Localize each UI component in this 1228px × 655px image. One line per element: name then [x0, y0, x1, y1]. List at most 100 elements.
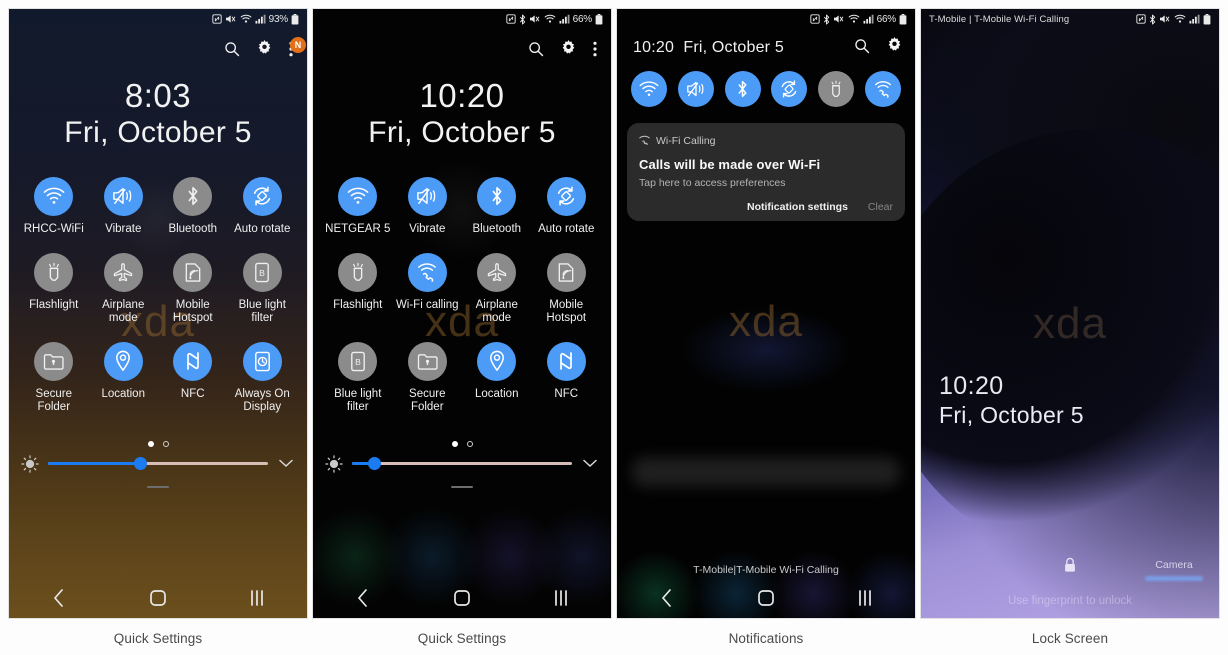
clear-button[interactable]: Clear — [868, 201, 893, 213]
recents-icon[interactable] — [233, 578, 281, 618]
back-icon[interactable] — [643, 578, 691, 618]
blue-light-icon: B — [242, 252, 282, 292]
toggle-location[interactable]: Location — [462, 341, 532, 415]
hotspot-icon — [546, 252, 586, 292]
flashlight-icon[interactable] — [818, 71, 855, 107]
toggle-nfc[interactable]: NFC — [532, 341, 602, 415]
brightness-icon — [325, 455, 343, 473]
panel-notifications: xda 66% 10:20 Fri, October 5 Wi-Fi Calli… — [616, 8, 916, 646]
back-icon[interactable] — [339, 578, 387, 618]
recents-icon[interactable] — [537, 578, 585, 618]
toggle-vibrate[interactable]: Vibrate — [393, 176, 463, 237]
toggle-location[interactable]: Location — [89, 341, 159, 415]
toggle-label: Flashlight — [29, 298, 79, 311]
brightness-slider[interactable] — [352, 456, 572, 472]
phone-frame-3: xda 66% 10:20 Fri, October 5 Wi-Fi Calli… — [616, 8, 916, 619]
toggle-airplane-mode[interactable]: Airplane mode — [462, 252, 532, 326]
chevron-down-icon[interactable] — [581, 455, 599, 473]
nav-bar-1 — [9, 578, 307, 618]
toggle-wifi[interactable]: NETGEAR 5 — [323, 176, 393, 237]
toggle-flashlight[interactable]: Flashlight — [323, 252, 393, 326]
bluetooth-icon[interactable] — [724, 71, 761, 107]
nfc-icon — [211, 14, 222, 24]
wifi-calling-icon[interactable] — [864, 71, 901, 107]
chevron-down-icon[interactable] — [277, 455, 295, 473]
toggle-secure-folder[interactable]: Secure Folder — [19, 341, 89, 415]
toggle-label: Vibrate — [105, 222, 142, 235]
wifi-icon[interactable] — [631, 71, 667, 107]
toggle-wifi-calling[interactable]: Wi-Fi calling — [393, 252, 463, 326]
location-icon — [103, 341, 143, 381]
panel-lock-screen: xda T-Mobile | T-Mobile Wi-Fi Calling 10… — [920, 8, 1220, 646]
drag-handle[interactable] — [147, 485, 169, 488]
home-icon[interactable] — [134, 578, 182, 618]
toggle-auto-rotate[interactable]: Auto rotate — [228, 176, 298, 237]
slider-track — [352, 462, 572, 466]
more-vert-icon[interactable]: N — [289, 36, 306, 62]
clock-block-1: 8:03 Fri, October 5 — [9, 77, 307, 151]
panel-caption: Quick Settings — [113, 631, 203, 646]
clock-date: Fri, October 5 — [368, 115, 556, 149]
header-datetime: 10:20 Fri, October 5 — [633, 39, 784, 57]
toggle-label: Secure Folder — [35, 387, 72, 414]
toggle-blue-light-filter[interactable]: B Blue light filter — [323, 341, 393, 415]
toggle-label: Auto rotate — [538, 222, 595, 235]
status-bar-4: T-Mobile | T-Mobile Wi-Fi Calling — [921, 9, 1219, 29]
drag-handle[interactable] — [451, 485, 473, 488]
brightness-icon — [21, 455, 39, 473]
gear-icon[interactable] — [560, 40, 577, 62]
signal-icon — [1189, 14, 1200, 24]
toggle-bluetooth[interactable]: Bluetooth — [158, 176, 228, 237]
toggle-label: Secure Folder — [409, 387, 446, 414]
search-icon[interactable] — [854, 38, 870, 59]
toggle-nfc[interactable]: NFC — [158, 341, 228, 415]
gear-icon[interactable] — [886, 37, 903, 59]
slider-knob[interactable] — [368, 457, 381, 471]
toggle-airplane-mode[interactable]: Airplane mode — [89, 252, 159, 326]
home-icon[interactable] — [438, 578, 486, 618]
toggle-label: Bluetooth — [168, 222, 218, 235]
vibrate-icon[interactable] — [677, 71, 714, 107]
gear-icon[interactable] — [256, 40, 273, 62]
toggle-label: Airplane mode — [102, 298, 145, 325]
toggle-secure-folder[interactable]: Secure Folder — [393, 341, 463, 415]
wallpaper-swirl — [921, 129, 1219, 559]
toggle-vibrate[interactable]: Vibrate — [89, 176, 159, 237]
home-icon[interactable] — [742, 578, 790, 618]
panel-caption: Lock Screen — [1031, 631, 1109, 646]
mute-icon — [225, 14, 237, 24]
slider-knob[interactable] — [134, 457, 148, 471]
toggle-auto-rotate[interactable]: Auto rotate — [532, 176, 602, 237]
toggle-mobile-hotspot[interactable]: Mobile Hotspot — [532, 252, 602, 326]
toggle-wifi[interactable]: RHCC-WiFi — [19, 176, 89, 237]
toggle-bluetooth[interactable]: Bluetooth — [462, 176, 532, 237]
camera-shortcut[interactable]: Camera — [1145, 559, 1203, 581]
lock-clock: 10:20 Fri, October 5 — [939, 371, 1084, 430]
notification-card[interactable]: Wi-Fi Calling Calls will be made over Wi… — [627, 123, 905, 221]
mute-icon — [833, 14, 845, 24]
toggle-label: RHCC-WiFi — [23, 222, 84, 235]
toggle-flashlight[interactable]: Flashlight — [19, 252, 89, 326]
location-icon — [477, 341, 517, 381]
nav-bar-2 — [313, 578, 611, 618]
battery-percent-label: 93% — [268, 13, 289, 25]
toggle-always-on-display[interactable]: Always On Display — [228, 341, 298, 415]
brightness-slider[interactable] — [48, 456, 268, 472]
toggle-grid-1: RHCC-WiFi Vibrate Bluetooth Auto rotate … — [9, 151, 307, 415]
toggle-blue-light-filter[interactable]: B Blue light filter — [228, 252, 298, 326]
toggle-mobile-hotspot[interactable]: Mobile Hotspot — [158, 252, 228, 326]
auto-rotate-icon[interactable] — [771, 71, 808, 107]
airplane-icon — [103, 252, 143, 292]
search-icon[interactable] — [528, 41, 544, 62]
brightness-row-2 — [313, 447, 611, 473]
more-vert-icon[interactable] — [593, 41, 597, 62]
bluetooth-icon — [1149, 14, 1156, 25]
clock-time: 10:20 — [419, 77, 505, 114]
signal-icon — [559, 14, 570, 24]
search-icon[interactable] — [224, 41, 240, 62]
notification-settings-button[interactable]: Notification settings — [747, 201, 848, 213]
battery-icon — [1203, 13, 1211, 25]
back-icon[interactable] — [35, 578, 83, 618]
recents-icon[interactable] — [841, 578, 889, 618]
wifi-icon — [1174, 14, 1186, 24]
